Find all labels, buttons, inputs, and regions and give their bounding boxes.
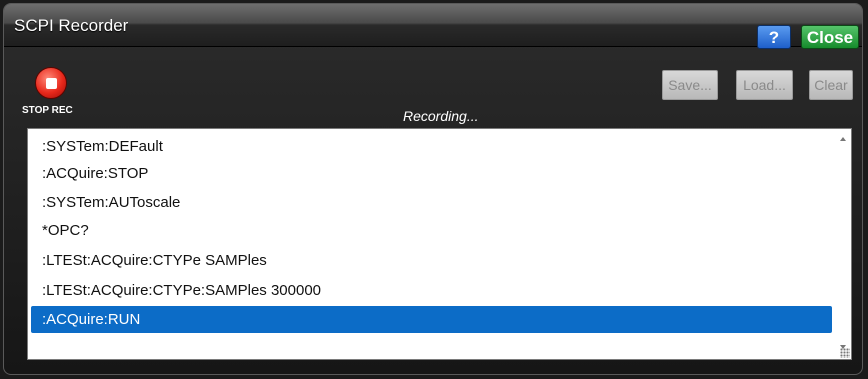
title-bar: SCPI Recorder xyxy=(4,4,862,47)
scpi-recorder-window: SCPI Recorder ? Close STOP REC Recording… xyxy=(3,3,863,375)
help-button[interactable]: ? xyxy=(757,25,791,49)
command-item[interactable]: :SYSTem:DEFault xyxy=(31,133,832,160)
command-item[interactable]: :ACQuire:STOP xyxy=(31,160,832,187)
load-button[interactable]: Load... xyxy=(736,70,793,100)
stop-record-label: STOP REC xyxy=(22,105,73,116)
command-item[interactable]: :LTESt:ACQuire:CTYPe:SAMPles 300000 xyxy=(31,277,832,304)
stop-record-button[interactable] xyxy=(35,67,67,99)
save-button[interactable]: Save... xyxy=(662,70,718,100)
stop-record-icon xyxy=(46,78,57,89)
window-title: SCPI Recorder xyxy=(14,16,129,35)
command-item[interactable]: :SYSTem:AUToscale xyxy=(31,189,832,216)
resize-grip-icon[interactable] xyxy=(840,348,850,358)
recording-status: Recording... xyxy=(403,108,479,124)
command-list[interactable]: :SYSTem:DEFault :ACQuire:STOP :SYSTem:AU… xyxy=(27,128,852,360)
command-item[interactable]: :LTESt:ACQuire:CTYPe SAMPles xyxy=(31,247,832,274)
command-item-selected[interactable]: :ACQuire:RUN xyxy=(31,306,832,333)
command-item[interactable]: *OPC? xyxy=(31,217,832,244)
scroll-up-icon[interactable] xyxy=(840,137,846,141)
close-button[interactable]: Close xyxy=(801,25,859,49)
clear-button[interactable]: Clear xyxy=(809,70,853,100)
